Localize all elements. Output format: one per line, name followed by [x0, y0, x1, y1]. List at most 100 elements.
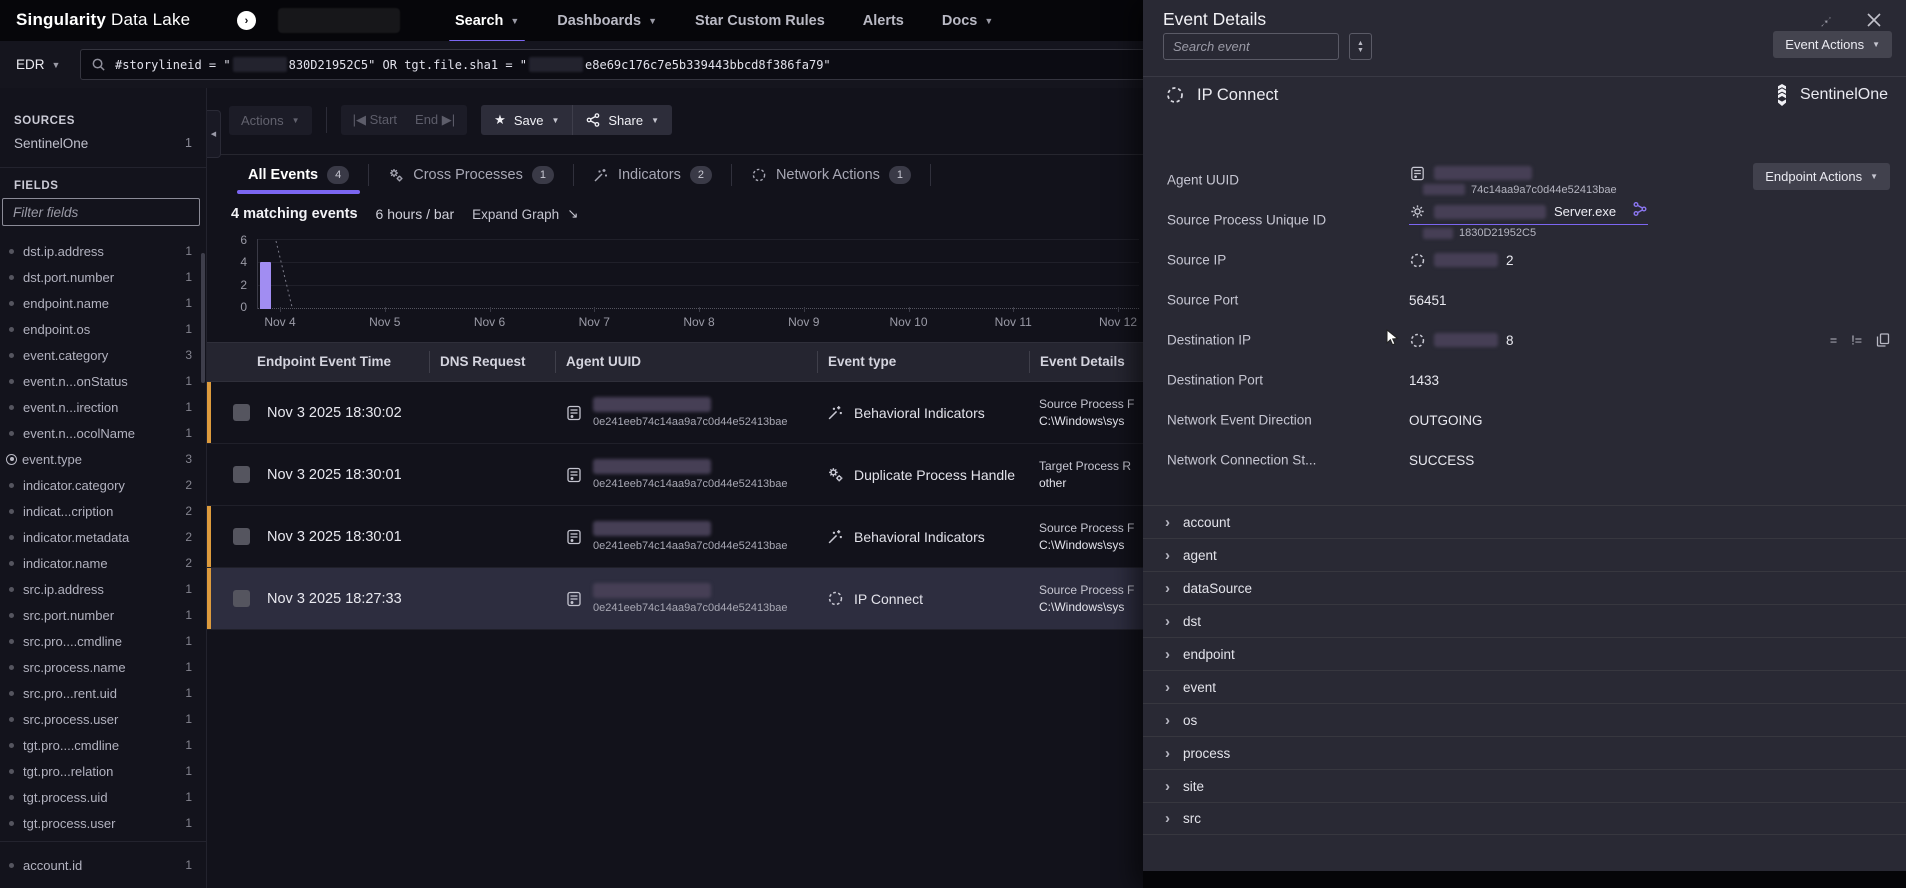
severity-stripe	[207, 506, 211, 567]
scope-selector[interactable]: EDR ▼	[0, 57, 80, 72]
row-checkbox[interactable]	[233, 590, 250, 607]
scope-circle-arrow-icon[interactable]: ›	[237, 11, 256, 30]
field-list-item[interactable]: src.ip.address 1	[0, 576, 206, 602]
source-item-sentinelone[interactable]: SentinelOne 1	[0, 136, 206, 151]
event-field-row[interactable]: Network Connection St... SUCCESS	[1143, 440, 1906, 480]
row-checkbox[interactable]	[233, 466, 250, 483]
field-list-item[interactable]: src.pro....cmdline 1	[0, 628, 206, 654]
field-list-item[interactable]: src.process.user 1	[0, 706, 206, 732]
filter-not-equals-button[interactable]: !=	[1851, 333, 1862, 347]
field-list-item[interactable]: event.n...onStatus 1	[0, 368, 206, 394]
filter-fields-input[interactable]: Filter fields	[2, 198, 200, 226]
agent-server-icon	[565, 404, 583, 422]
search-event-input[interactable]: Search event	[1163, 33, 1339, 60]
event-type-cell: Behavioral Indicators	[817, 528, 1029, 545]
field-name: event.n...irection	[23, 400, 179, 415]
actions-label: Actions	[241, 113, 284, 128]
field-list-item[interactable]: tgt.pro....cmdline 1	[0, 732, 206, 758]
events-histogram[interactable]: 6420	[231, 236, 1139, 309]
share-button[interactable]: Share ▼	[573, 105, 672, 135]
stepper-up-icon[interactable]: ▲	[1357, 40, 1364, 47]
collapsible-section[interactable]: › dst	[1143, 604, 1906, 637]
field-list-item[interactable]: indicator.category 2	[0, 472, 206, 498]
collapsible-section[interactable]: › agent	[1143, 538, 1906, 571]
field-list-item[interactable]: src.port.number 1	[0, 602, 206, 628]
result-tab[interactable]: Network Actions 1	[732, 155, 930, 194]
close-icon[interactable]	[1866, 12, 1882, 33]
collapsible-section[interactable]: › process	[1143, 736, 1906, 769]
nav-item[interactable]: Search ▼	[455, 0, 519, 41]
column-header-dns[interactable]: DNS Request	[429, 351, 555, 373]
event-field-row[interactable]: Network Event Direction OUTGOING	[1143, 400, 1906, 440]
nav-item[interactable]: Docs ▼	[942, 0, 993, 41]
result-tab[interactable]: All Events 4	[229, 155, 368, 194]
nav-item[interactable]: Dashboards ▼	[557, 0, 657, 41]
field-list-item[interactable]: endpoint.os 1	[0, 316, 206, 342]
collapsible-section[interactable]: › event	[1143, 670, 1906, 703]
event-field-row[interactable]: Destination Port 1433	[1143, 360, 1906, 400]
app-logo[interactable]: Singularity Data Lake	[16, 10, 190, 30]
field-list-item-accountid[interactable]: account.id 1	[0, 852, 206, 878]
field-count: 1	[185, 686, 192, 700]
nav-item[interactable]: Star Custom Rules	[695, 0, 825, 41]
field-list-item[interactable]: src.pro...rent.uid 1	[0, 680, 206, 706]
field-list-item[interactable]: indicator.name 2	[0, 550, 206, 576]
collapsible-section[interactable]: › src	[1143, 802, 1906, 835]
search-result-stepper[interactable]: ▲▼	[1349, 33, 1372, 60]
field-value: 2	[1409, 240, 1796, 280]
gears-icon	[388, 167, 404, 183]
nav-item[interactable]: Alerts	[863, 0, 904, 41]
section-label: agent	[1183, 548, 1217, 563]
field-value: Server.exe 1830D21952C5	[1409, 200, 1796, 240]
sidebar-scrollbar[interactable]	[201, 253, 205, 383]
stepper-down-icon[interactable]: ▼	[1357, 47, 1364, 54]
event-field-row[interactable]: Source Process Unique ID Server.exe	[1143, 200, 1906, 240]
field-list-item[interactable]: event.type 3	[0, 446, 206, 472]
collapsible-section[interactable]: › account	[1143, 505, 1906, 538]
field-list-item[interactable]: dst.port.number 1	[0, 264, 206, 290]
save-button[interactable]: ★ Save ▼	[481, 105, 572, 135]
event-field-row[interactable]: Agent UUID 74c14aa9a7c0d44e52413bae	[1143, 160, 1906, 200]
field-list-item[interactable]: indicat...cription 2	[0, 498, 206, 524]
field-list-item[interactable]: endpoint.name 1	[0, 290, 206, 316]
result-tab[interactable]: Cross Processes 1	[369, 155, 573, 194]
field-list-item[interactable]: src.process.name 1	[0, 654, 206, 680]
result-tab[interactable]: Indicators 2	[574, 155, 731, 194]
field-list-item[interactable]: tgt.process.uid 1	[0, 784, 206, 810]
field-list-item[interactable]: event.n...ocolName 1	[0, 420, 206, 446]
row-checkbox[interactable]	[233, 528, 250, 545]
collapsible-section[interactable]: › endpoint	[1143, 637, 1906, 670]
collapsible-section[interactable]: › os	[1143, 703, 1906, 736]
sidebar-collapse-button[interactable]: ◀	[207, 110, 221, 158]
skip-end-button[interactable]: End ▶|	[415, 112, 455, 128]
expand-graph-button[interactable]: Expand Graph ↘	[472, 206, 578, 222]
source-count: 1	[185, 136, 192, 151]
field-list-item[interactable]: tgt.process.user 1	[0, 810, 206, 836]
field-bullet-icon	[9, 405, 14, 410]
field-bullet-icon	[9, 431, 14, 436]
actions-button[interactable]: Actions ▼	[229, 106, 312, 135]
field-count: 1	[185, 400, 192, 414]
column-header-event-type[interactable]: Event type	[817, 351, 1029, 373]
field-list-item[interactable]: indicator.metadata 2	[0, 524, 206, 550]
field-count: 2	[185, 504, 192, 518]
redacted-ip	[1434, 253, 1498, 267]
process-tree-icon[interactable]	[1632, 201, 1648, 222]
collapsible-section[interactable]: › dataSource	[1143, 571, 1906, 604]
field-list-item[interactable]: dst.ip.address 1	[0, 238, 206, 264]
skip-start-button[interactable]: |◀ Start	[353, 112, 397, 128]
row-checkbox[interactable]	[233, 404, 250, 421]
field-list-item[interactable]: event.n...irection 1	[0, 394, 206, 420]
filter-equals-button[interactable]: =	[1830, 333, 1837, 347]
event-actions-button[interactable]: Event Actions ▼	[1773, 31, 1892, 58]
event-field-row[interactable]: Source IP 2	[1143, 240, 1906, 280]
redacted-uuid-prefix	[1423, 184, 1465, 195]
collapsible-section[interactable]: › site	[1143, 769, 1906, 802]
column-header-agent-uuid[interactable]: Agent UUID	[555, 351, 817, 373]
copy-icon[interactable]	[1876, 333, 1890, 348]
event-field-row[interactable]: Destination IP 8 = !=	[1143, 320, 1906, 360]
field-list-item[interactable]: tgt.pro...relation 1	[0, 758, 206, 784]
column-header-time[interactable]: Endpoint Event Time	[207, 351, 429, 373]
event-field-row[interactable]: Source Port 56451	[1143, 280, 1906, 320]
field-list-item[interactable]: event.category 3	[0, 342, 206, 368]
